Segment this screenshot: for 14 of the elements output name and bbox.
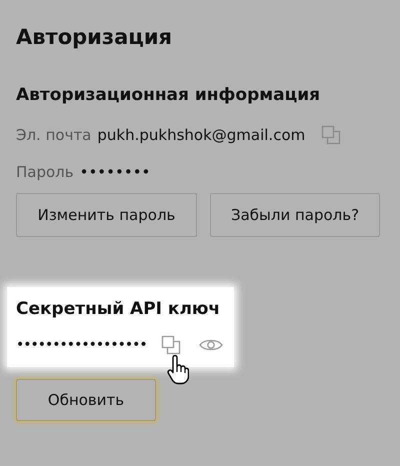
copy-icon[interactable] <box>160 335 181 355</box>
forgot-password-button[interactable]: Забыли пароль? <box>210 193 380 237</box>
password-value: •••••••• <box>80 163 150 181</box>
section-heading: Авторизационная информация <box>16 84 322 107</box>
copy-icon[interactable] <box>321 125 342 145</box>
email-value: pukh.pukhshok@gmail.com <box>97 126 306 144</box>
page-title: Авторизация <box>16 24 174 51</box>
password-label: Пароль <box>16 163 74 181</box>
change-password-button[interactable]: Изменить пароль <box>16 193 197 237</box>
refresh-button[interactable]: Обновить <box>16 379 156 421</box>
api-key-heading: Секретный API ключ <box>16 298 222 321</box>
email-label: Эл. почта <box>16 126 92 144</box>
eye-icon[interactable] <box>198 338 223 352</box>
api-key-value: •••••••••••••••••• <box>16 337 147 353</box>
